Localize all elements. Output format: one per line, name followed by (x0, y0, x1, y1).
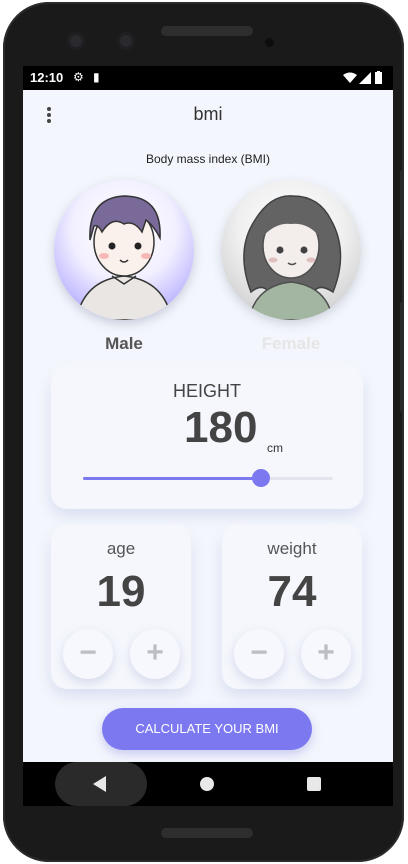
height-value: 180 (184, 403, 258, 452)
bottom-speaker (161, 828, 253, 838)
volume-rocker (400, 302, 404, 412)
proximity-sensor (265, 38, 274, 47)
phone-frame: 12:10 ⚙ ▮ bmi Body mass index (BMI) Male… (3, 2, 404, 862)
app-title: bmi (193, 104, 223, 124)
boy-illustration (75, 195, 173, 320)
female-avatar[interactable] (221, 180, 361, 320)
height-slider-fill (83, 477, 261, 480)
weight-decrement-button[interactable]: − (234, 629, 284, 679)
calculate-bmi-button[interactable]: CALCULATE YOUR BMI (102, 708, 312, 750)
weight-value: 74 (267, 567, 317, 616)
age-card: age 19 − + (51, 527, 191, 689)
earpiece-speaker (161, 26, 253, 36)
status-bar: 12:10 ⚙ ▮ (23, 66, 393, 90)
signal-icon (359, 72, 371, 84)
weight-card: weight 74 − + (222, 527, 362, 689)
height-unit: cm (267, 441, 283, 455)
battery-icon (375, 71, 382, 84)
age-value: 19 (96, 567, 146, 616)
sd-card-icon: ▮ (93, 70, 100, 84)
weight-increment-button[interactable]: + (301, 629, 351, 679)
male-avatar[interactable] (54, 180, 194, 320)
page-subtitle: Body mass index (BMI) (145, 152, 271, 166)
height-label: HEIGHT (172, 381, 241, 401)
height-slider-thumb[interactable] (251, 469, 270, 487)
back-icon[interactable] (93, 776, 106, 792)
front-camera-left (67, 32, 85, 50)
nav-back-pill[interactable] (55, 762, 147, 806)
front-camera-right (117, 32, 135, 50)
female-label[interactable]: Female (221, 334, 361, 354)
recents-icon[interactable] (307, 777, 321, 791)
power-button (400, 170, 404, 240)
wifi-icon (343, 72, 357, 83)
app-screen: 12:10 ⚙ ▮ bmi Body mass index (BMI) Male… (23, 66, 393, 806)
system-nav-bar (23, 762, 393, 806)
age-label: age (106, 539, 136, 558)
height-slider[interactable] (83, 469, 333, 487)
age-increment-button[interactable]: + (130, 629, 180, 679)
app-bar: bmi (23, 90, 393, 140)
settings-icon: ⚙ (73, 70, 84, 84)
weight-label: weight (267, 539, 317, 558)
girl-illustration (243, 195, 342, 320)
height-card: HEIGHT 180 cm (51, 369, 363, 509)
age-decrement-button[interactable]: − (63, 629, 113, 679)
status-time: 12:10 (30, 70, 64, 85)
home-icon[interactable] (200, 777, 214, 791)
male-label[interactable]: Male (54, 334, 194, 354)
